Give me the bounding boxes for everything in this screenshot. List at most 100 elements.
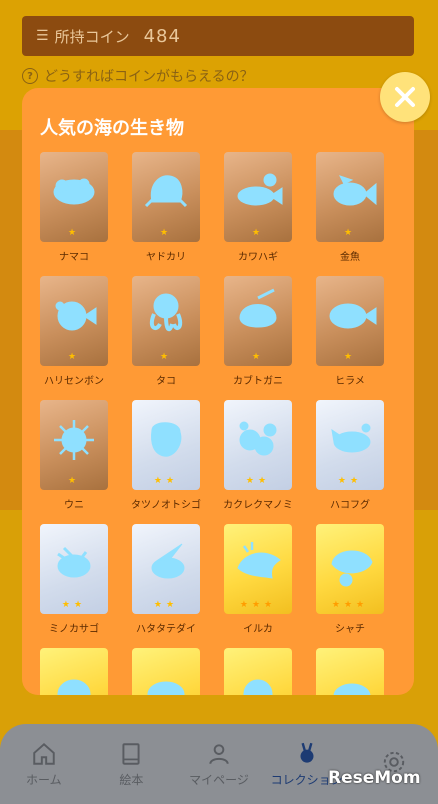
nav-home-label: ホーム	[25, 772, 62, 787]
rarity-stars: ★	[251, 228, 265, 238]
rarity-stars: ★	[159, 228, 173, 238]
boxfish-silhouette	[331, 423, 371, 453]
nav-mypage[interactable]: マイページ	[177, 741, 261, 788]
collection-modal: 人気の海の生き物 ★ ナマコ ★ ヤドカリ ★ カワハギ ★ 金魚 ★ ハリセンボン ★ タコ ★ カブト…	[22, 88, 414, 695]
rarity-stars: ★	[343, 352, 357, 362]
creature-item[interactable]: ★★ タツノオトシゴ	[131, 400, 201, 511]
rarity-stars: ★★★	[239, 600, 277, 610]
creature-item[interactable]: ★ ヤドカリ	[132, 152, 200, 263]
creature-card[interactable]	[40, 648, 108, 695]
creature-card[interactable]: ★★	[40, 524, 108, 614]
creature-name: イルカ	[243, 624, 273, 635]
rarity-stars: ★	[251, 352, 265, 362]
creature-name: タコ	[156, 376, 176, 387]
creature-card[interactable]: ★★	[224, 400, 292, 490]
creature-grid: ★ ナマコ ★ ヤドカリ ★ カワハギ ★ 金魚 ★ ハリセンボン ★ タコ ★ カブトガニ ★ ヒラメ ★ ウニ…	[40, 152, 400, 695]
creature-silhouette	[333, 683, 371, 695]
rarity-stars: ★★	[61, 600, 87, 610]
creature-card[interactable]: ★	[316, 152, 384, 242]
creature-card[interactable]: ★	[132, 276, 200, 366]
flounder-silhouette	[329, 303, 377, 329]
creature-item[interactable]: ★ ナマコ	[40, 152, 108, 263]
rarity-stars: ★	[67, 476, 81, 486]
nav-books[interactable]: 絵本	[89, 741, 173, 788]
rarity-stars: ★★	[337, 476, 363, 486]
bottom-navigation: ホーム 絵本 マイページ コレクション	[0, 724, 438, 804]
creature-item[interactable]: ★ 金魚	[316, 152, 384, 263]
rarity-stars: ★★	[245, 476, 271, 486]
medal-icon	[300, 742, 314, 763]
coin-help-link[interactable]: ? どうすればコインがもらえるの？	[22, 66, 254, 86]
creature-item[interactable]: ★ タコ	[132, 276, 200, 387]
question-icon: ?	[22, 68, 38, 84]
creature-item[interactable]: ★ カブトガニ	[224, 276, 292, 387]
rarity-stars: ★★	[153, 600, 179, 610]
creature-name: カクレクマノミ	[223, 500, 293, 511]
watermark-logo: ReseMom	[328, 768, 421, 788]
creature-silhouette	[147, 681, 185, 695]
creature-item[interactable]: ★ ヒラメ	[316, 276, 384, 387]
creature-card[interactable]	[316, 648, 384, 695]
book-icon	[122, 742, 140, 765]
creature-item[interactable]: ★★ カクレクマノミ	[223, 400, 293, 511]
creature-name: 金魚	[340, 252, 360, 263]
creature-name: ウニ	[64, 500, 84, 511]
creature-card[interactable]	[224, 648, 292, 695]
creature-card[interactable]: ★★	[132, 524, 200, 614]
creature-card[interactable]: ★★	[132, 400, 200, 490]
creature-name: カワハギ	[238, 252, 278, 263]
rarity-stars: ★	[159, 352, 173, 362]
person-icon	[209, 743, 229, 764]
porcupinefish-silhouette	[55, 301, 97, 331]
creature-name: ナマコ	[59, 252, 89, 263]
orca-silhouette	[331, 550, 373, 587]
clownfish-silhouette	[239, 421, 277, 456]
creature-name: ヒラメ	[335, 376, 365, 387]
filefish-silhouette	[237, 173, 283, 206]
creature-card[interactable]: ★	[40, 152, 108, 242]
creature-item[interactable]	[316, 648, 384, 695]
coin-balance-bar: ☰ 所持コイン 484	[22, 16, 414, 56]
creature-card[interactable]: ★★★	[316, 524, 384, 614]
sea-urchin-silhouette	[54, 420, 94, 460]
creature-name: カブトガニ	[233, 376, 283, 387]
bannerfish-silhouette	[151, 543, 185, 579]
creature-card[interactable]: ★	[40, 276, 108, 366]
close-x-icon	[395, 87, 415, 107]
creature-card[interactable]: ★	[132, 152, 200, 242]
nav-home[interactable]: ホーム	[2, 741, 86, 788]
creature-item[interactable]: ★ ウニ	[40, 400, 108, 511]
creature-card[interactable]: ★	[224, 152, 292, 242]
dolphin-silhouette	[237, 542, 281, 579]
coin-label: 所持コイン	[54, 27, 130, 46]
seahorse-silhouette	[151, 422, 182, 457]
creature-item[interactable]: ★ ハリセンボン	[40, 276, 108, 387]
nav-mypage-label: マイページ	[189, 772, 249, 787]
creature-item[interactable]: ★★ ハコフグ	[316, 400, 384, 511]
creature-card[interactable]: ★	[316, 276, 384, 366]
lionfish-silhouette	[57, 546, 91, 578]
creature-card[interactable]: ★★★	[224, 524, 292, 614]
rarity-stars: ★★★	[331, 600, 369, 610]
creature-card[interactable]: ★★	[316, 400, 384, 490]
creature-card[interactable]: ★	[224, 276, 292, 366]
coin-stack-icon: ☰	[36, 28, 49, 44]
creature-card[interactable]: ★	[40, 400, 108, 490]
creature-item[interactable]: ★ カワハギ	[224, 152, 292, 263]
creature-item[interactable]	[40, 648, 108, 695]
rarity-stars: ★★	[153, 476, 179, 486]
creature-name: ハタタテダイ	[136, 624, 196, 635]
horseshoe-crab-silhouette	[239, 288, 277, 328]
creature-item[interactable]	[224, 648, 292, 695]
creature-item[interactable]	[132, 648, 200, 695]
creature-name: ミノカサゴ	[49, 624, 99, 635]
creature-name: ヤドカリ	[146, 252, 186, 263]
creature-item[interactable]: ★★ ミノカサゴ	[40, 524, 108, 635]
creature-silhouette	[57, 679, 91, 695]
close-button[interactable]	[380, 72, 430, 122]
creature-item[interactable]: ★★ ハタタテダイ	[132, 524, 200, 635]
creature-card[interactable]	[132, 648, 200, 695]
creature-item[interactable]: ★★★ イルカ	[224, 524, 292, 635]
creature-item[interactable]: ★★★ シャチ	[316, 524, 384, 635]
coin-help-text: どうすればコインがもらえるの？	[44, 69, 254, 85]
